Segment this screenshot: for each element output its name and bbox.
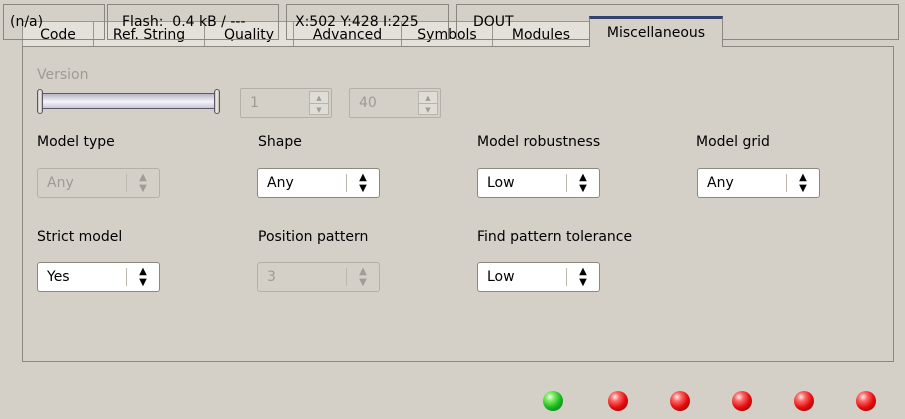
spin-up-icon[interactable]: ▲ (419, 92, 437, 104)
find-pattern-tolerance-select[interactable]: Low ▲ ▼ (477, 262, 600, 292)
updown-arrow-icon: ▲ ▼ (139, 266, 147, 288)
status-flash-cell: Flash: 0.4 kB / --- (107, 4, 279, 40)
dout-led-3 (670, 391, 690, 411)
strict-model-select[interactable]: Yes ▲ ▼ (37, 262, 160, 292)
updown-arrow-icon: ▲ ▼ (359, 266, 367, 288)
updown-arrow-icon: ▲ ▼ (139, 172, 147, 194)
shape-label: Shape (258, 134, 302, 150)
status-bar (0, 377, 905, 419)
version-slider[interactable] (40, 93, 218, 109)
position-pattern-select[interactable]: 3 ▲ ▼ (257, 262, 380, 292)
model-type-select[interactable]: Any ▲ ▼ (37, 168, 160, 198)
tab-label: Miscellaneous (606, 25, 706, 41)
shape-select[interactable]: Any ▲ ▼ (257, 168, 380, 198)
status-coords-cell: X:502 Y:428 I:225 (286, 4, 449, 40)
combo-separator (566, 268, 567, 286)
combo-separator (346, 174, 347, 192)
status-na-text: (n/a) (10, 14, 44, 30)
model-robustness-value: Low (487, 175, 515, 191)
updown-arrow-icon: ▲ ▼ (579, 172, 587, 194)
dout-led-6 (856, 391, 876, 411)
model-robustness-label: Model robustness (477, 134, 601, 150)
model-type-value: Any (47, 175, 74, 191)
dout-led-2 (608, 391, 628, 411)
updown-arrow-icon: ▲ ▼ (579, 266, 587, 288)
dout-led-1 (543, 391, 563, 411)
shape-value: Any (267, 175, 294, 191)
model-grid-select[interactable]: Any ▲ ▼ (697, 168, 820, 198)
version-slider-handle-min[interactable] (37, 89, 43, 114)
status-na-cell: (n/a) (3, 4, 105, 40)
updown-arrow-icon: ▲ ▼ (799, 172, 807, 194)
combo-separator (346, 268, 347, 286)
updown-arrow-icon: ▲ ▼ (359, 172, 367, 194)
version-max-value: 40 (359, 95, 377, 111)
model-grid-label: Model grid (696, 134, 770, 150)
model-grid-value: Any (707, 175, 734, 191)
dout-led-5 (794, 391, 814, 411)
model-type-label: Model type (37, 134, 115, 150)
spin-down-icon[interactable]: ▼ (310, 104, 328, 115)
spin-down-icon[interactable]: ▼ (419, 104, 437, 115)
find-pattern-tolerance-value: Low (487, 269, 515, 285)
spin-up-icon[interactable]: ▲ (310, 92, 328, 104)
version-max-spinbox[interactable]: 40 ▲ ▼ (349, 88, 441, 118)
tab-miscellaneous[interactable]: Miscellaneous (589, 16, 723, 47)
strict-model-value: Yes (47, 269, 70, 285)
version-min-value: 1 (250, 95, 259, 111)
model-robustness-select[interactable]: Low ▲ ▼ (477, 168, 600, 198)
status-coords-text: X:502 Y:428 I:225 (295, 14, 419, 30)
find-pattern-tolerance-label: Find pattern tolerance (477, 229, 633, 245)
version-slider-handle-max[interactable] (214, 89, 220, 114)
spin-buttons: ▲ ▼ (418, 91, 438, 115)
version-min-spinbox[interactable]: 1 ▲ ▼ (240, 88, 332, 118)
position-pattern-value: 3 (267, 269, 276, 285)
version-label: Version (37, 67, 89, 83)
position-pattern-label: Position pattern (258, 229, 369, 245)
combo-separator (126, 268, 127, 286)
dout-label: DOUT (473, 14, 514, 30)
combo-separator (126, 174, 127, 192)
dout-led-4 (732, 391, 752, 411)
combo-separator (786, 174, 787, 192)
combo-separator (566, 174, 567, 192)
strict-model-label: Strict model (37, 229, 123, 245)
status-flash-text: Flash: 0.4 kB / --- (122, 14, 246, 30)
spin-buttons: ▲ ▼ (309, 91, 329, 115)
